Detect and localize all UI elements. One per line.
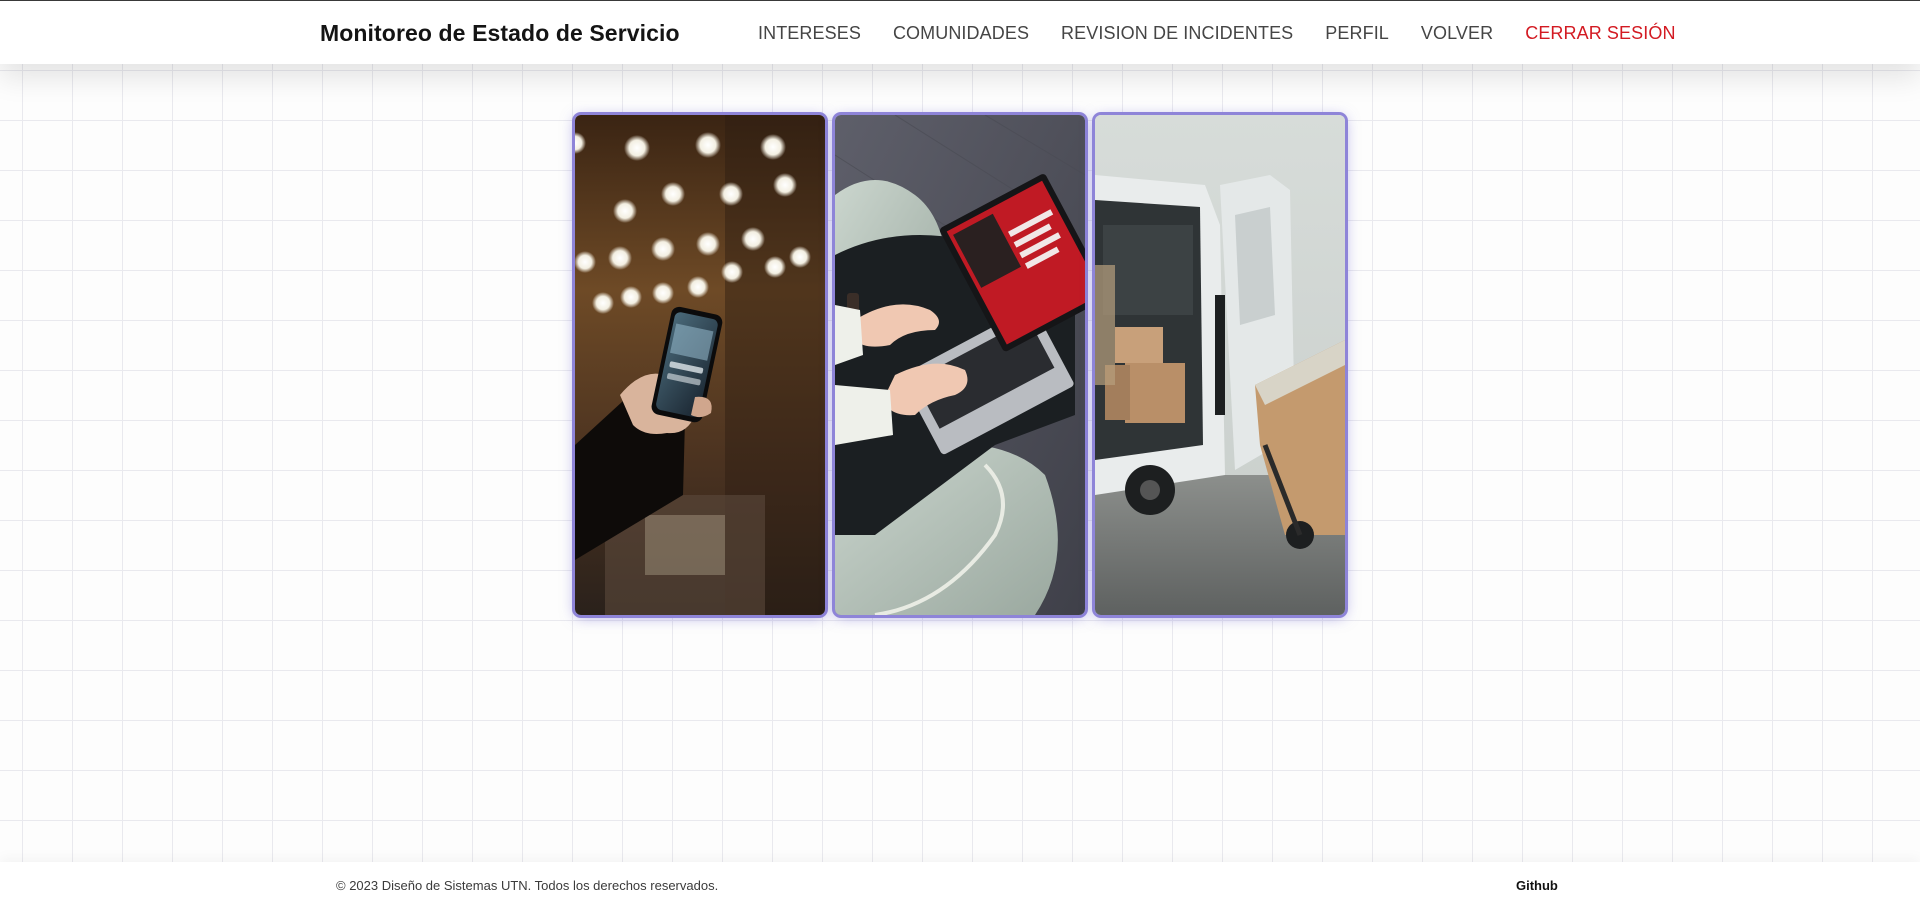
phone-photo-image bbox=[575, 115, 825, 615]
van-photo-image bbox=[1095, 115, 1345, 615]
github-link[interactable]: Github bbox=[1516, 878, 1558, 893]
nav-link-cerrar-sesion[interactable]: CERRAR SESIÓN bbox=[1525, 23, 1675, 44]
brand-title[interactable]: Monitoreo de Estado de Servicio bbox=[320, 20, 680, 47]
gallery-card-phone[interactable] bbox=[575, 115, 825, 615]
nav-link-revision-incidentes[interactable]: REVISION DE INCIDENTES bbox=[1061, 23, 1293, 44]
nav-link-volver[interactable]: VOLVER bbox=[1421, 23, 1493, 44]
nav-links: INTERESES COMUNIDADES REVISION DE INCIDE… bbox=[758, 23, 1676, 44]
nav-link-perfil[interactable]: PERFIL bbox=[1325, 23, 1389, 44]
image-gallery bbox=[575, 115, 1345, 615]
footer-copyright: © 2023 Diseño de Sistemas UTN. Todos los… bbox=[336, 878, 719, 893]
nav-link-comunidades[interactable]: COMUNIDADES bbox=[893, 23, 1029, 44]
nav-link-intereses[interactable]: INTERESES bbox=[758, 23, 861, 44]
gallery-card-laptop[interactable] bbox=[835, 115, 1085, 615]
gallery-card-van[interactable] bbox=[1095, 115, 1345, 615]
footer: © 2023 Diseño de Sistemas UTN. Todos los… bbox=[0, 862, 1920, 912]
laptop-photo-image bbox=[835, 115, 1085, 615]
navbar: Monitoreo de Estado de Servicio INTERESE… bbox=[0, 1, 1920, 64]
